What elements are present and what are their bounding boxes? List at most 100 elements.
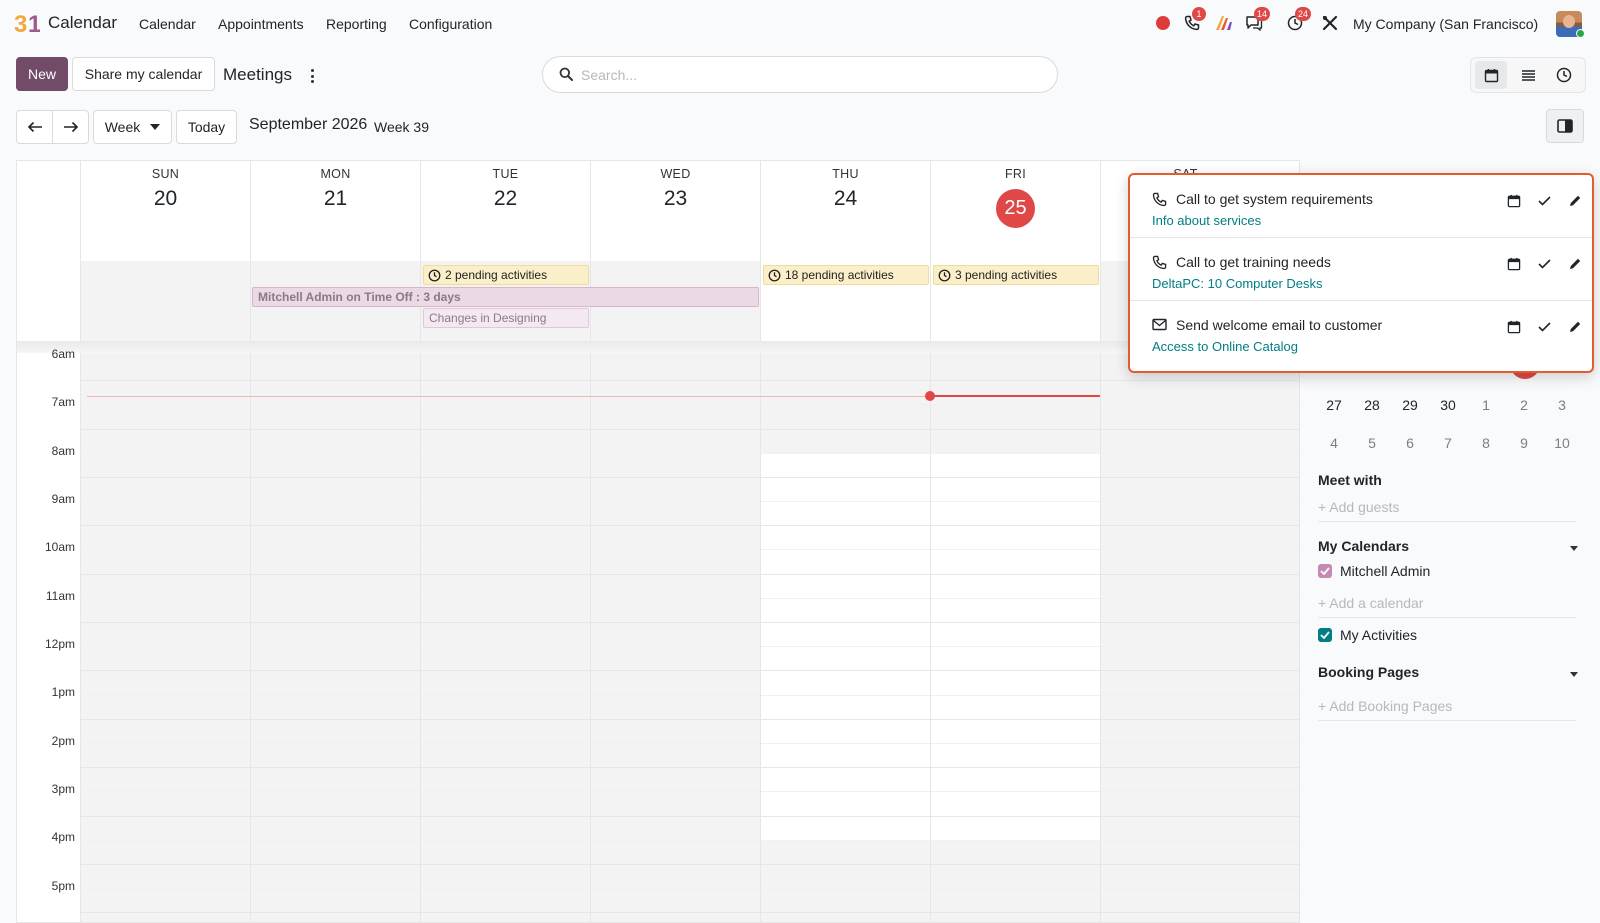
add-booking-pages-input[interactable]: + Add Booking Pages [1318,698,1452,714]
my-activities-filter[interactable]: My Activities [1318,627,1417,643]
pending-activities-tue[interactable]: 2 pending activities [423,265,589,285]
mark-done-check-icon[interactable] [1535,318,1553,336]
share-calendar-button[interactable]: Share my calendar [72,57,215,91]
list-view-icon[interactable] [1512,61,1544,89]
caret-down-icon[interactable] [1570,672,1578,677]
activity-record-link[interactable]: Access to Online Catalog [1152,339,1298,354]
booking-pages-title[interactable]: Booking Pages [1318,664,1419,680]
phone-icon [1152,192,1167,210]
activity-record-link[interactable]: Info about services [1152,213,1261,228]
timeoff-event[interactable]: Mitchell Admin on Time Off : 3 days [252,287,759,307]
day-header-sun[interactable]: SUN 20 [80,161,250,261]
mini-day[interactable]: 9 [1508,435,1540,451]
menu-reporting[interactable]: Reporting [326,16,387,32]
calendar-event[interactable]: Changes in Designing [423,308,589,328]
day-header-mon[interactable]: MON 21 [250,161,420,261]
envelope-icon [1152,318,1167,334]
mini-day[interactable]: 1 [1470,397,1502,413]
time-label: 9am [51,492,75,506]
time-label: 3pm [51,782,75,796]
reschedule-calendar-icon[interactable] [1505,318,1523,336]
new-button[interactable]: New [16,57,68,91]
my-calendars-title[interactable]: My Calendars [1318,538,1409,554]
reschedule-calendar-icon[interactable] [1505,192,1523,210]
tools-icon[interactable] [1320,13,1340,33]
reschedule-calendar-icon[interactable] [1505,255,1523,273]
mini-day[interactable]: 3 [1546,397,1578,413]
time-label: 10am [44,540,75,554]
company-switcher[interactable]: My Company (San Francisco) [1353,16,1538,32]
meet-with-title: Meet with [1318,472,1382,488]
add-calendar-input[interactable]: + Add a calendar [1318,595,1423,611]
date-range-title: September 2026 [249,116,368,133]
mini-day[interactable]: 10 [1546,435,1578,451]
arrow-right-icon [63,121,78,133]
menu-configuration[interactable]: Configuration [409,16,492,32]
mini-day[interactable]: 7 [1432,435,1464,451]
checkbox-checked-icon[interactable] [1318,564,1332,578]
calendar-app-icon[interactable]: 3 1 [14,10,41,38]
edit-pencil-icon[interactable] [1566,255,1584,273]
mark-done-check-icon[interactable] [1535,192,1553,210]
day-number: 23 [663,187,688,210]
checkbox-checked-icon[interactable] [1318,628,1332,642]
activity-view-icon[interactable] [1548,61,1580,89]
current-time-dot [925,391,935,401]
search-input[interactable] [581,65,1041,85]
sidebar-toggle-button[interactable] [1546,109,1584,143]
actions-menu-icon[interactable] [308,67,316,85]
pending-activities-thu[interactable]: 18 pending activities [763,265,929,285]
mini-day[interactable]: 6 [1394,435,1426,451]
day-header-fri[interactable]: FRI 25 [930,161,1100,261]
mini-day[interactable]: 30 [1432,397,1464,413]
week-calendar: SUN 20 MON 21 TUE 22 WED 23 THU 24 FRI 2… [16,160,1300,923]
activity-item[interactable]: Call to get system requirements Info abo… [1130,175,1592,238]
calendar-filter-mitchell[interactable]: Mitchell Admin [1318,563,1430,579]
activity-record-link[interactable]: DeltaPC: 10 Computer Desks [1152,276,1323,291]
top-navbar: 3 1 Calendar Calendar Appointments Repor… [0,0,1600,46]
day-header-thu[interactable]: THU 24 [760,161,930,261]
mini-day[interactable]: 2 [1508,397,1540,413]
day-number: 22 [493,187,518,210]
mini-day[interactable]: 29 [1394,397,1426,413]
menu-appointments[interactable]: Appointments [218,16,304,32]
mark-done-check-icon[interactable] [1535,255,1553,273]
edit-pencil-icon[interactable] [1566,192,1584,210]
day-header-wed[interactable]: WED 23 [590,161,760,261]
edit-pencil-icon[interactable] [1566,318,1584,336]
time-label: 6am [51,347,75,361]
scale-dropdown[interactable]: Week [93,110,172,144]
menu-calendar[interactable]: Calendar [139,16,196,32]
previous-button[interactable] [16,110,53,144]
mini-day[interactable]: 4 [1318,435,1350,451]
day-name: THU [832,167,859,181]
day-name: MON [320,167,351,181]
time-label: 1pm [51,685,75,699]
time-label: 4pm [51,830,75,844]
activity-item[interactable]: Call to get training needs DeltaPC: 10 C… [1130,237,1592,300]
mini-day[interactable]: 5 [1356,435,1388,451]
allday-cell[interactable] [80,261,250,341]
clock-icon [428,269,441,281]
day-header-tue[interactable]: TUE 22 [420,161,590,261]
mini-day[interactable]: 28 [1356,397,1388,413]
allday-separator [17,341,1299,353]
add-guests-input[interactable]: + Add guests [1318,499,1399,515]
day-number: 21 [323,187,348,210]
mini-day[interactable]: 8 [1470,435,1502,451]
phone-icon[interactable]: 1 [1182,7,1206,33]
caret-down-icon[interactable] [1570,546,1578,551]
app-name[interactable]: Calendar [48,13,117,33]
today-button[interactable]: Today [176,110,237,144]
activity-title: Call to get training needs [1176,254,1331,270]
pending-activities-fri[interactable]: 3 pending activities [933,265,1099,285]
ai-icon[interactable] [1214,13,1234,33]
calendar-view-icon[interactable] [1475,61,1507,89]
next-button[interactable] [52,110,89,144]
activities-clock-icon[interactable]: 24 [1285,7,1312,33]
search-bar[interactable] [542,56,1058,93]
mini-day[interactable]: 27 [1318,397,1350,413]
status-icon[interactable] [1153,13,1173,33]
messages-icon[interactable]: 14 [1244,7,1271,33]
activity-item[interactable]: Send welcome email to customer Access to… [1130,300,1592,363]
